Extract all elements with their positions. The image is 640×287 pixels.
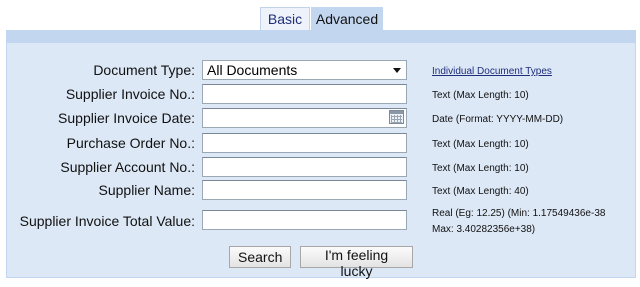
- supplier-invoice-total-value-field[interactable]: [202, 210, 407, 230]
- feeling-lucky-button[interactable]: I'm feeling lucky: [300, 246, 413, 279]
- search-mode-tabs: Basic Advanced: [0, 0, 640, 30]
- supplier-invoice-total-value-hint-line2: Max: 3.40282356e+38): [432, 224, 536, 235]
- purchase-order-no-label: Purchase Order No.:: [66, 135, 195, 151]
- document-type-label: Document Type:: [93, 62, 195, 78]
- individual-document-types-link[interactable]: Individual Document Types: [432, 66, 552, 77]
- supplier-account-no-hint: Text (Max Length: 10): [432, 163, 529, 174]
- tab-advanced[interactable]: Advanced: [311, 7, 383, 30]
- purchase-order-no-hint: Text (Max Length: 10): [432, 139, 529, 150]
- document-type-select[interactable]: All Documents: [202, 60, 407, 80]
- document-type-value: All Documents: [207, 62, 298, 78]
- supplier-invoice-date-field[interactable]: [202, 108, 407, 128]
- supplier-invoice-date-label: Supplier Invoice Date:: [58, 110, 195, 126]
- advanced-search-panel: Document Type: All Documents Individual …: [6, 30, 636, 279]
- supplier-invoice-no-hint: Text (Max Length: 10): [432, 90, 529, 101]
- supplier-invoice-date-hint: Date (Format: YYYY-MM-DD): [432, 114, 564, 125]
- calendar-icon[interactable]: [389, 110, 404, 124]
- supplier-account-no-field[interactable]: [202, 157, 407, 177]
- purchase-order-no-field[interactable]: [202, 133, 407, 153]
- supplier-invoice-total-value-hint-line1: Real (Eg: 12.25) (Min: 1.17549436e-38: [432, 208, 606, 219]
- supplier-invoice-no-field[interactable]: [202, 84, 407, 104]
- search-button[interactable]: Search: [229, 246, 291, 268]
- supplier-name-label: Supplier Name:: [98, 182, 196, 198]
- supplier-name-field[interactable]: [202, 180, 407, 200]
- tab-basic[interactable]: Basic: [260, 7, 310, 30]
- supplier-invoice-no-label: Supplier Invoice No.:: [65, 86, 195, 102]
- panel-header-bar: [7, 31, 635, 43]
- supplier-invoice-total-value-label: Supplier Invoice Total Value:: [19, 213, 195, 229]
- chevron-down-icon: [393, 68, 401, 73]
- supplier-account-no-label: Supplier Account No.:: [60, 159, 195, 175]
- supplier-name-hint: Text (Max Length: 40): [432, 186, 529, 197]
- supplier-invoice-date-wrapper: [202, 108, 407, 128]
